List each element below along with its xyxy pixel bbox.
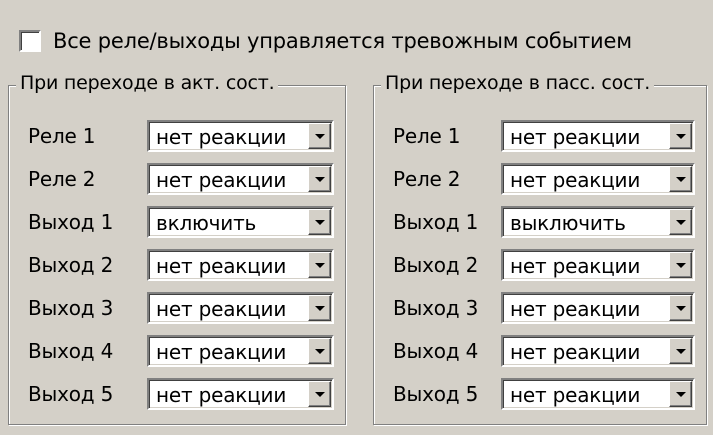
dropdown-button[interactable] xyxy=(308,381,331,407)
row-output-3: Выход 3 нет реакции xyxy=(9,292,345,324)
reaction-value: нет реакции xyxy=(510,297,641,321)
reaction-select[interactable]: нет реакции xyxy=(501,163,695,195)
row-label: Реле 2 xyxy=(28,167,96,191)
group-passive-state-title: При переходе в пасс. сост. xyxy=(381,72,655,94)
reaction-select[interactable]: нет реакции xyxy=(147,163,334,195)
reaction-select[interactable]: нет реакции xyxy=(147,292,334,324)
chevron-down-icon xyxy=(676,177,686,182)
reaction-value: включить xyxy=(156,211,257,235)
row-label: Реле 2 xyxy=(393,167,461,191)
row-label: Выход 5 xyxy=(393,382,479,406)
dropdown-button[interactable] xyxy=(308,295,331,321)
row-label: Выход 2 xyxy=(393,253,479,277)
alarm-control-row: Все реле/выходы управляется тревожным со… xyxy=(19,27,632,55)
chevron-down-icon xyxy=(315,392,325,397)
reaction-select[interactable]: нет реакции xyxy=(147,378,334,410)
reaction-value: выключить xyxy=(510,211,626,235)
chevron-down-icon xyxy=(676,392,686,397)
row-label: Реле 1 xyxy=(28,124,96,148)
row-relay-1: Реле 1 нет реакции xyxy=(374,120,706,152)
row-relay-1: Реле 1 нет реакции xyxy=(9,120,345,152)
row-output-4: Выход 4 нет реакции xyxy=(9,335,345,367)
row-label: Выход 5 xyxy=(28,382,114,406)
row-label: Выход 3 xyxy=(393,296,479,320)
dropdown-button[interactable] xyxy=(669,252,692,278)
reaction-value: нет реакции xyxy=(510,125,641,149)
reaction-select[interactable]: включить xyxy=(147,206,334,238)
row-output-1: Выход 1 включить xyxy=(9,206,345,238)
reaction-select[interactable]: нет реакции xyxy=(147,120,334,152)
row-output-5: Выход 5 нет реакции xyxy=(374,378,706,410)
row-output-2: Выход 2 нет реакции xyxy=(9,249,345,281)
reaction-value: нет реакции xyxy=(156,340,287,364)
row-output-5: Выход 5 нет реакции xyxy=(9,378,345,410)
dropdown-button[interactable] xyxy=(669,338,692,364)
reaction-select[interactable]: нет реакции xyxy=(501,292,695,324)
chevron-down-icon xyxy=(676,220,686,225)
reaction-select[interactable]: нет реакции xyxy=(501,120,695,152)
row-label: Выход 2 xyxy=(28,253,114,277)
dropdown-button[interactable] xyxy=(669,295,692,321)
reaction-value: нет реакции xyxy=(156,254,287,278)
chevron-down-icon xyxy=(315,263,325,268)
dropdown-button[interactable] xyxy=(669,381,692,407)
dropdown-button[interactable] xyxy=(308,123,331,149)
row-label: Выход 4 xyxy=(393,339,479,363)
row-output-4: Выход 4 нет реакции xyxy=(374,335,706,367)
chevron-down-icon xyxy=(676,306,686,311)
reaction-select[interactable]: нет реакции xyxy=(147,249,334,281)
reaction-value: нет реакции xyxy=(510,340,641,364)
chevron-down-icon xyxy=(676,134,686,139)
reaction-select[interactable]: нет реакции xyxy=(147,335,334,367)
reaction-value: нет реакции xyxy=(156,125,287,149)
dropdown-button[interactable] xyxy=(308,338,331,364)
chevron-down-icon xyxy=(315,306,325,311)
group-active-state-title: При переходе в акт. сост. xyxy=(16,72,279,94)
dropdown-button[interactable] xyxy=(308,166,331,192)
alarm-control-label: Все реле/выходы управляется тревожным со… xyxy=(53,29,632,53)
dropdown-button[interactable] xyxy=(308,252,331,278)
dropdown-button[interactable] xyxy=(669,209,692,235)
reaction-select[interactable]: нет реакции xyxy=(501,249,695,281)
chevron-down-icon xyxy=(676,349,686,354)
row-label: Реле 1 xyxy=(393,124,461,148)
chevron-down-icon xyxy=(315,177,325,182)
reaction-value: нет реакции xyxy=(156,297,287,321)
reaction-select[interactable]: выключить xyxy=(501,206,695,238)
row-label: Выход 3 xyxy=(28,296,114,320)
chevron-down-icon xyxy=(315,134,325,139)
reaction-select[interactable]: нет реакции xyxy=(501,335,695,367)
alarm-control-checkbox[interactable] xyxy=(19,30,41,52)
row-label: Выход 1 xyxy=(28,210,114,234)
dropdown-button[interactable] xyxy=(308,209,331,235)
reaction-value: нет реакции xyxy=(156,168,287,192)
row-label: Выход 4 xyxy=(28,339,114,363)
group-passive-state: При переходе в пасс. сост. Реле 1 нет ре… xyxy=(373,72,707,425)
reaction-value: нет реакции xyxy=(510,254,641,278)
chevron-down-icon xyxy=(315,349,325,354)
row-output-2: Выход 2 нет реакции xyxy=(374,249,706,281)
dropdown-button[interactable] xyxy=(669,123,692,149)
chevron-down-icon xyxy=(676,263,686,268)
reaction-select[interactable]: нет реакции xyxy=(501,378,695,410)
reaction-value: нет реакции xyxy=(510,168,641,192)
reaction-value: нет реакции xyxy=(510,383,641,407)
row-relay-2: Реле 2 нет реакции xyxy=(9,163,345,195)
row-relay-2: Реле 2 нет реакции xyxy=(374,163,706,195)
group-active-state: При переходе в акт. сост. Реле 1 нет реа… xyxy=(8,72,346,425)
row-output-1: Выход 1 выключить xyxy=(374,206,706,238)
row-label: Выход 1 xyxy=(393,210,479,234)
reaction-value: нет реакции xyxy=(156,383,287,407)
dropdown-button[interactable] xyxy=(669,166,692,192)
chevron-down-icon xyxy=(315,220,325,225)
row-output-3: Выход 3 нет реакции xyxy=(374,292,706,324)
